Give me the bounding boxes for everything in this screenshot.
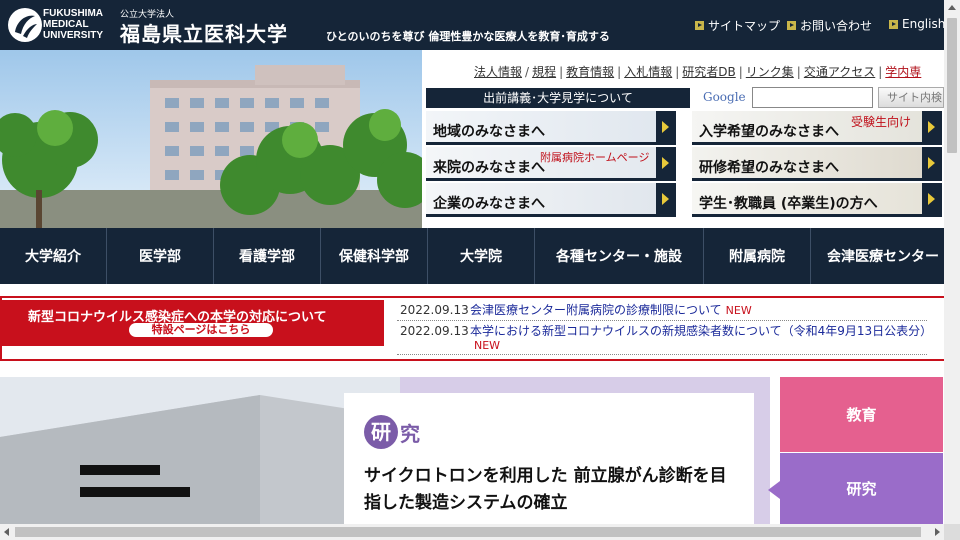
horizontal-scrollbar[interactable] xyxy=(0,524,944,540)
tab-education[interactable]: 教育 xyxy=(780,377,943,452)
chevron-right-icon xyxy=(922,111,942,142)
corona-special-page-link[interactable]: 特設ページはこちら xyxy=(129,323,273,337)
scrollbar-thumb[interactable] xyxy=(947,18,957,153)
arrow-icon xyxy=(889,19,898,29)
util-link-corporate[interactable]: 法人情報 xyxy=(474,65,522,79)
university-name[interactable]: 福島県立医科大学 xyxy=(120,18,288,47)
english-link[interactable]: English xyxy=(889,17,945,31)
main-navigation: 大学紹介 医学部 看護学部 保健科学部 大学院 各種センター・施設 附属病院 会… xyxy=(0,228,944,284)
chevron-right-icon xyxy=(922,183,942,214)
news-title-link[interactable]: 本学における新型コロナウイルスの新規感染者数について（令和4年9月13日公表分）… xyxy=(470,324,933,353)
lecture-banner-link[interactable]: 出前講義･大学見学について xyxy=(426,88,690,108)
scrollbar-thumb[interactable] xyxy=(15,527,921,537)
category-badge: 研 xyxy=(364,415,398,449)
news-divider xyxy=(397,320,927,321)
scrollbar-corner xyxy=(944,524,960,540)
scroll-right-arrow-icon[interactable] xyxy=(935,528,940,536)
nav-item-graduate-school[interactable]: 大学院 xyxy=(428,228,535,284)
vertical-scrollbar[interactable] xyxy=(944,0,960,524)
site-search-button[interactable]: サイト内検 xyxy=(878,87,944,108)
feature-photo xyxy=(0,377,400,524)
visitor-btn-students-staff[interactable]: 学生･教職員 (卒業生)の方へ xyxy=(692,183,942,217)
nav-item-hospital[interactable]: 附属病院 xyxy=(704,228,811,284)
cyclotron-building-illustration xyxy=(0,377,400,524)
news-date: 2022.09.13 xyxy=(400,324,469,338)
nav-item-medicine[interactable]: 医学部 xyxy=(107,228,214,284)
nav-item-aizu-center[interactable]: 会津医療センター xyxy=(811,228,944,284)
exam-candidates-note: 受験生向け xyxy=(851,115,912,129)
separator: | xyxy=(878,65,883,79)
separator: | xyxy=(796,65,801,79)
hospital-homepage-note: 附属病院ホームページ xyxy=(540,151,650,164)
corona-banner[interactable]: 新型コロナウイルス感染症への本学の対応について 特設ページはこちら xyxy=(2,300,384,346)
util-link-rules[interactable]: 規程 xyxy=(532,65,556,79)
news-date: 2022.09.13 xyxy=(400,303,469,317)
scroll-left-arrow-icon[interactable] xyxy=(4,528,9,536)
news-title-link[interactable]: 会津医療センター附属病院の診療制限について NEW xyxy=(470,303,930,318)
button-label: 企業のみなさまへ xyxy=(433,196,545,212)
link-label: English xyxy=(902,17,946,31)
chevron-right-icon xyxy=(656,111,676,142)
chevron-right-icon xyxy=(656,183,676,214)
chevron-right-icon xyxy=(656,147,676,178)
button-label: 学生･教職員 (卒業生)の方へ xyxy=(699,196,878,212)
campus-photo xyxy=(0,50,422,228)
button-label: 地域のみなさまへ xyxy=(433,124,545,140)
visitor-btn-applicants[interactable]: 入学希望のみなさまへ 受験生向け xyxy=(692,111,942,145)
util-link-researcher-db[interactable]: 研究者DB xyxy=(682,65,735,79)
visitor-btn-trainees[interactable]: 研修希望のみなさまへ xyxy=(692,147,942,181)
separator: | xyxy=(675,65,680,79)
feature-headline: サイクロトロンを利用した 前立腺がん診断を目指した製造システムの確立 xyxy=(364,466,727,513)
util-link-links[interactable]: リンク集 xyxy=(746,65,794,79)
news-title-text: 本学における新型コロナウイルスの新規感染者数について（令和4年9月13日公表分） xyxy=(470,324,933,338)
google-logo: Google xyxy=(703,90,746,104)
arrow-icon xyxy=(787,21,796,30)
site-search-input[interactable] xyxy=(752,87,873,108)
visitor-btn-community[interactable]: 地域のみなさまへ xyxy=(426,111,676,145)
button-label: 来院のみなさまへ xyxy=(433,160,545,176)
tagline: ひとのいのちを尊び 倫理性豊かな医療人を教育･育成する xyxy=(326,30,610,43)
link-label: サイトマップ xyxy=(708,19,781,33)
utility-links: 法人情報 / 規程 | 教育情報 | 入札情報 | 研究者DB | リンク集 | 交通アクセス | 学内専 xyxy=(474,63,921,80)
logo-text-line: UNIVERSITY xyxy=(43,30,104,41)
link-label: お問い合わせ xyxy=(800,19,873,33)
nav-item-health-sciences[interactable]: 保健科学部 xyxy=(321,228,428,284)
scroll-up-arrow-icon[interactable] xyxy=(948,5,956,10)
feature-card[interactable]: 研 究 サイクロトロンを利用した 前立腺がん診断を目指した製造システムの確立 xyxy=(344,393,754,524)
university-logo-icon[interactable] xyxy=(7,6,43,44)
separator: | xyxy=(738,65,743,79)
sitemap-link[interactable]: サイトマップ xyxy=(695,17,780,34)
site-header: FUKUSHIMA MEDICAL UNIVERSITY 公立大学法人 福島県立… xyxy=(0,0,945,50)
news-divider xyxy=(397,354,927,355)
util-link-bid-info[interactable]: 入札情報 xyxy=(624,65,672,79)
campus-building-illustration xyxy=(0,50,422,228)
logo-text-line: MEDICAL xyxy=(43,19,89,30)
button-label: 研修希望のみなさまへ xyxy=(699,160,839,176)
util-link-education-info[interactable]: 教育情報 xyxy=(566,65,614,79)
new-badge: NEW xyxy=(474,339,501,352)
tab-research[interactable]: 研究 xyxy=(768,453,943,524)
arrow-icon xyxy=(695,21,704,30)
util-link-internal[interactable]: 学内専 xyxy=(885,65,921,79)
category-label: 究 xyxy=(400,422,420,446)
chevron-right-icon xyxy=(922,147,942,178)
visitor-btn-companies[interactable]: 企業のみなさまへ xyxy=(426,183,676,217)
logo-english-text[interactable]: FUKUSHIMA MEDICAL UNIVERSITY xyxy=(43,8,103,41)
separator: | xyxy=(617,65,622,79)
visitor-btn-patients[interactable]: 来院のみなさまへ 附属病院ホームページ xyxy=(426,147,676,181)
separator: / xyxy=(525,65,530,79)
news-title-text: 会津医療センター附属病院の診療制限について xyxy=(470,303,722,317)
button-label: 入学希望のみなさまへ xyxy=(699,124,839,140)
contact-link[interactable]: お問い合わせ xyxy=(787,17,872,34)
nav-item-centers-facilities[interactable]: 各種センター・施設 xyxy=(535,228,704,284)
separator: | xyxy=(559,65,564,79)
new-badge: NEW xyxy=(725,304,752,317)
nav-item-about[interactable]: 大学紹介 xyxy=(0,228,107,284)
util-link-access[interactable]: 交通アクセス xyxy=(804,65,875,79)
logo-text-line: FUKUSHIMA xyxy=(43,8,103,19)
nav-item-nursing[interactable]: 看護学部 xyxy=(214,228,321,284)
